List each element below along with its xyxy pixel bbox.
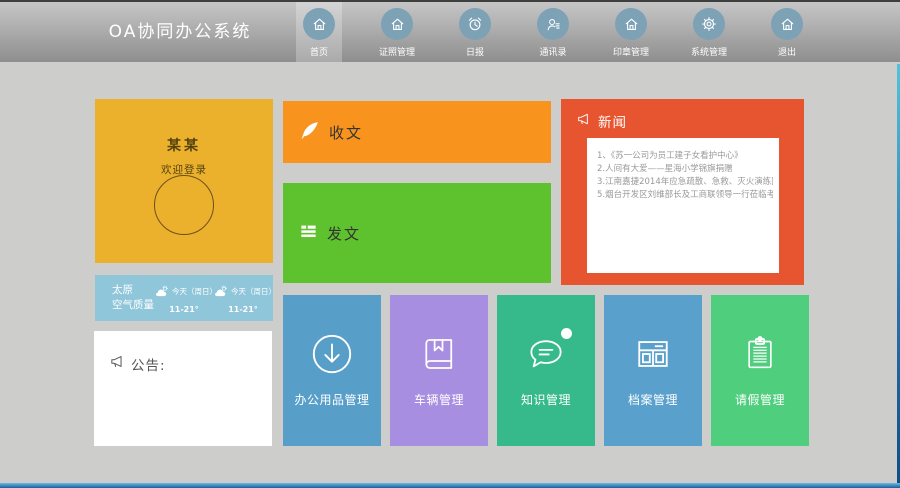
list-icon	[299, 222, 318, 245]
bottom-bar	[0, 483, 900, 488]
module-label: 请假管理	[711, 391, 809, 408]
app-header: OA协同办公系统 首页 证照管理 日报	[0, 0, 900, 62]
notification-dot	[561, 328, 572, 339]
user-name: 某某	[95, 135, 273, 155]
nav-item-licenses[interactable]: 证照管理	[374, 2, 420, 62]
outbox-label: 发文	[327, 223, 361, 244]
city-name: 太原	[112, 283, 154, 298]
announcement-title: 公告:	[131, 354, 166, 374]
sun-cloud-icon	[214, 282, 229, 301]
megaphone-icon	[576, 111, 592, 131]
outbox-card[interactable]: 发文	[283, 183, 551, 283]
home-icon	[381, 8, 413, 40]
module-vehicles[interactable]: 车辆管理	[390, 295, 488, 446]
air-quality-label: 空气质量	[112, 298, 154, 313]
news-item[interactable]: 5.烟台开发区刘维部长及工商联领导一行莅临考察指导	[597, 189, 773, 202]
news-card: 新闻 1、《苏一公司为员工建子女看护中心》 2.人间有大爱——星海小学锦旗捐赠 …	[561, 99, 804, 285]
module-office-supplies[interactable]: 办公用品管理	[283, 295, 381, 446]
main-nav: 首页 证照管理 日报 通讯录	[296, 2, 842, 62]
weather-location: 太原 空气质量	[112, 283, 154, 313]
nav-label: 印章管理	[613, 45, 649, 58]
archive-grid-icon	[630, 331, 676, 377]
news-item[interactable]: 2.人间有大爱——星海小学锦旗捐赠	[597, 163, 773, 176]
download-circle-icon	[309, 331, 355, 377]
chat-bubble-icon	[523, 331, 569, 377]
avatar-placeholder-circle	[154, 175, 214, 235]
nav-item-home[interactable]: 首页	[296, 2, 342, 62]
inbox-card[interactable]: 收文	[283, 101, 551, 163]
nav-item-logout[interactable]: 退出	[764, 2, 810, 62]
news-title: 新闻	[598, 111, 627, 131]
weather-card: 太原 空气质量 今天（周日） 11-21° 今天（周日） 11-21°	[95, 275, 273, 321]
nav-label: 日报	[466, 45, 484, 58]
sun-cloud-icon	[155, 282, 170, 301]
profile-card: 某某 欢迎登录	[95, 99, 273, 263]
nav-label: 首页	[310, 45, 328, 58]
clipboard-icon	[737, 331, 783, 377]
news-item[interactable]: 3.江南嘉捷2014年应急疏散、急救、灭火演练圆满落幕	[597, 176, 773, 189]
weather-day: 今天（周日）	[231, 286, 276, 297]
weather-temp: 11-21°	[214, 305, 272, 314]
module-label: 档案管理	[604, 391, 702, 408]
quill-icon	[299, 120, 320, 145]
news-list-panel: 1、《苏一公司为员工建子女看护中心》 2.人间有大爱——星海小学锦旗捐赠 3.江…	[587, 138, 779, 273]
megaphone-icon	[109, 353, 126, 374]
alarm-clock-icon	[459, 8, 491, 40]
contacts-icon	[537, 8, 569, 40]
home-icon	[771, 8, 803, 40]
weather-temp: 11-21°	[155, 305, 213, 314]
module-knowledge[interactable]: 知识管理	[497, 295, 595, 446]
nav-label: 退出	[778, 45, 796, 58]
weather-entry: 今天（周日） 11-21°	[155, 282, 213, 314]
oa-dashboard: OA协同办公系统 首页 证照管理 日报	[0, 0, 900, 488]
book-icon	[416, 331, 462, 377]
module-leave[interactable]: 请假管理	[711, 295, 809, 446]
gear-icon	[693, 8, 725, 40]
module-archives[interactable]: 档案管理	[604, 295, 702, 446]
home-icon	[615, 8, 647, 40]
nav-label: 通讯录	[539, 45, 566, 58]
nav-label: 证照管理	[379, 45, 415, 58]
weather-entry: 今天（周日） 11-21°	[214, 282, 272, 314]
nav-label: 系统管理	[691, 45, 727, 58]
weather-day: 今天（周日）	[172, 286, 217, 297]
announcement-card: 公告:	[94, 331, 272, 446]
nav-item-seal[interactable]: 印章管理	[608, 2, 654, 62]
inbox-label: 收文	[329, 122, 363, 143]
home-icon	[303, 8, 335, 40]
module-label: 车辆管理	[390, 391, 488, 408]
nav-item-system[interactable]: 系统管理	[686, 2, 732, 62]
news-item[interactable]: 1、《苏一公司为员工建子女看护中心》	[597, 150, 773, 163]
nav-item-contacts[interactable]: 通讯录	[530, 2, 576, 62]
module-label: 办公用品管理	[283, 391, 381, 408]
module-label: 知识管理	[497, 391, 595, 408]
nav-item-daily-report[interactable]: 日报	[452, 2, 498, 62]
